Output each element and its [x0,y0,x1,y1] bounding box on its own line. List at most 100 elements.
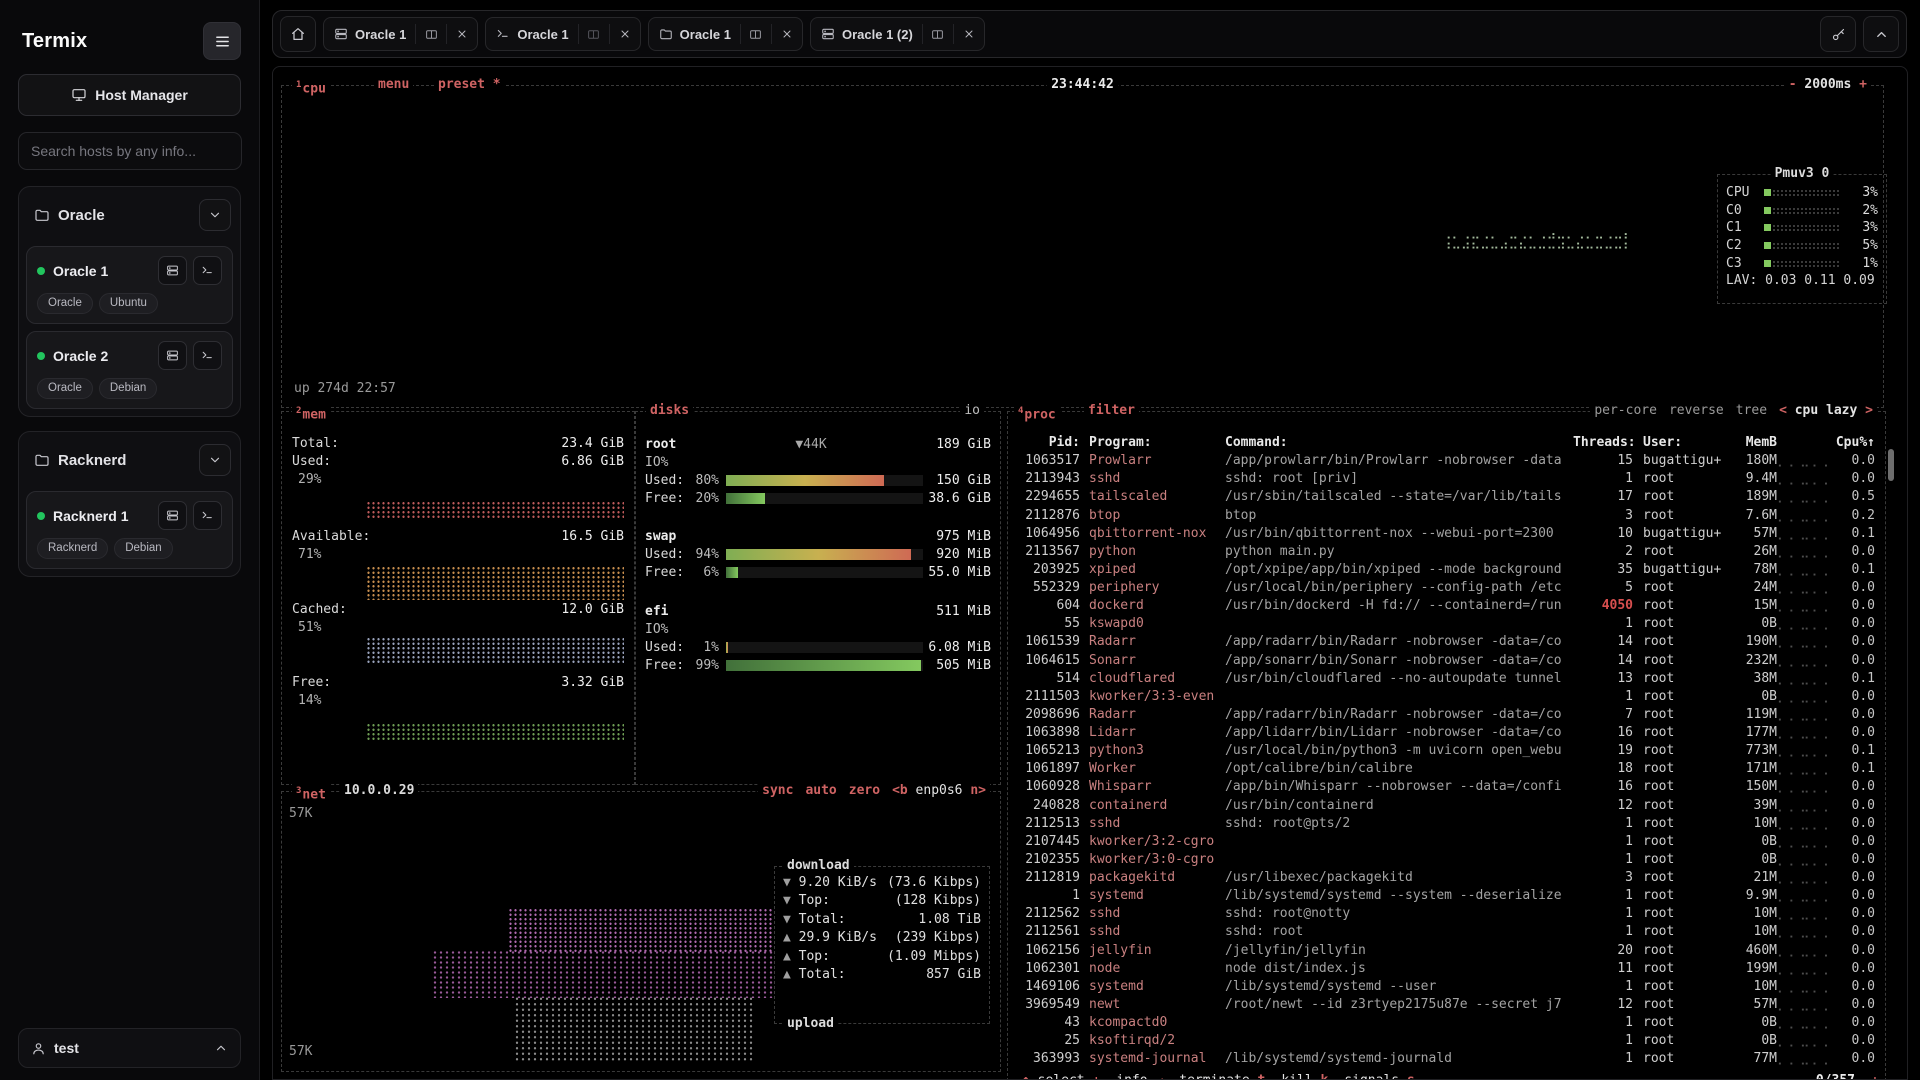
host-server-button[interactable] [158,341,187,370]
process-row[interactable]: 552329 periphery /usr/local/bin/peripher… [1008,579,1885,597]
process-row[interactable]: 2102355 kworker/3:0-cgro 1 root 0B ⡀⡀⣀⡀⡀… [1008,851,1885,869]
terminal-scrollbar[interactable] [1888,449,1894,481]
chevron-up-icon[interactable] [214,1041,228,1055]
collapse-tabbar-button[interactable] [1863,16,1899,52]
disks-io-title[interactable]: io [960,403,984,419]
sort-selector[interactable]: < cpu lazy > [1779,403,1873,419]
process-row[interactable]: 2112513 sshd sshd: root@pts/2 1 root 10M… [1008,815,1885,833]
process-row[interactable]: 2111503 kworker/3:3-even 1 root 0B ⡀⡀⣀⡀⡀… [1008,688,1885,706]
process-row[interactable]: 1 systemd /lib/systemd/systemd --system … [1008,887,1885,905]
process-row[interactable]: 363993 systemd-journal /lib/systemd/syst… [1008,1050,1885,1068]
process-row[interactable]: 604 dockerd /usr/bin/dockerd -H fd:// --… [1008,597,1885,615]
preset-button[interactable]: preset * [434,77,505,93]
process-row[interactable]: 55 kswapd0 1 root 0B ⡀⡀⣀⡀⡀ 0.0 [1008,615,1885,633]
process-box-title[interactable]: 4proc [1014,403,1060,423]
group-collapse-button[interactable] [199,199,231,231]
filter-button[interactable]: filter [1084,403,1139,419]
ssh-keys-button[interactable] [1820,16,1856,52]
process-row[interactable]: 2112561 sshd sshd: root 1 root 10M ⡀⡀⣀⡀⡀… [1008,923,1885,941]
tab-split-button[interactable] [741,18,771,50]
process-row[interactable]: 2113567 python python main.py 2 root 26M… [1008,543,1885,561]
net-auto-button[interactable]: auto [805,783,836,799]
host-card-oracle-1[interactable]: Oracle 1 Oracle Ubuntu [26,246,233,324]
terminal-panel[interactable]: 1cpu menu preset * 23:44:42 - 2000ms + ⢀… [272,66,1908,1080]
process-row[interactable]: 514 cloudflared /usr/bin/cloudflared --n… [1008,670,1885,688]
host-manager-button[interactable]: Host Manager [18,74,241,116]
net-zero-button[interactable]: zero [849,783,880,799]
process-row[interactable]: 2107445 kworker/3:2-cgro 1 root 0B ⡀⡀⣀⡀⡀… [1008,833,1885,851]
process-row[interactable]: 1062156 jellyfin /jellyfin/jellyfin 20 r… [1008,942,1885,960]
process-cpu: 0.5 [1829,488,1875,506]
process-program: node [1089,960,1221,978]
process-row[interactable]: 1060928 Whisparr /app/bin/Whisparr --nob… [1008,778,1885,796]
search-input[interactable] [18,132,242,170]
sidebar-toggle-button[interactable] [203,22,241,60]
signals-action[interactable]: signals s [1344,1073,1414,1080]
process-row[interactable]: 25 ksoftirqd/2 1 root 0B ⡀⡀⣀⡀⡀ 0.0 [1008,1032,1885,1050]
process-row[interactable]: 1065213 python3 /usr/local/bin/python3 -… [1008,742,1885,760]
process-table-header[interactable]: Pid: Program: Command: Threads: User: Me… [1008,434,1885,452]
memory-box-title[interactable]: 2mem [292,403,330,423]
home-button[interactable] [280,16,316,52]
disks-box-title[interactable]: disks [646,403,693,419]
process-row[interactable]: 2112876 btop btop 3 root 7.6M ⡀⡀⣀⡀⡀ 0.2 [1008,507,1885,525]
tab-split-button[interactable] [416,18,446,50]
kill-action[interactable]: kill k [1281,1073,1328,1080]
process-program: kcompactd0 [1089,1014,1221,1032]
process-threads: 2 [1573,543,1633,561]
tab-split-button[interactable] [923,18,953,50]
process-row[interactable]: 43 kcompactd0 1 root 0B ⡀⡀⣀⡀⡀ 0.0 [1008,1014,1885,1032]
tab-oracle-1-server[interactable]: Oracle 1 [323,17,478,51]
group-header[interactable]: Oracle [26,194,233,239]
process-row[interactable]: 2098696 Radarr /app/radarr/bin/Radarr -n… [1008,706,1885,724]
host-terminal-button[interactable] [193,501,222,530]
tab-oracle-1-terminal[interactable]: Oracle 1 [485,17,640,51]
process-pid: 25 [1018,1032,1080,1050]
select-action[interactable]: ↑ select ↓ [1022,1073,1100,1080]
cpu-box-title[interactable]: 1cpu [292,77,330,97]
reverse-toggle[interactable]: reverse [1669,403,1724,419]
process-row[interactable]: 3969549 newt /root/newt --id z3rtyep2175… [1008,996,1885,1014]
network-box-title[interactable]: 3net [292,783,330,803]
refresh-rate[interactable]: - 2000ms + [1785,77,1871,92]
host-terminal-button[interactable] [193,341,222,370]
process-row[interactable]: 203925 xpiped /opt/xpipe/app/bin/xpiped … [1008,561,1885,579]
tab-close-button[interactable] [447,18,477,50]
process-row[interactable]: 1061897 Worker /opt/calibre/bin/calibre … [1008,760,1885,778]
host-server-button[interactable] [158,501,187,530]
menu-button[interactable]: menu [374,77,413,93]
scroll-down-indicator[interactable]: ↓ [1869,1073,1881,1080]
process-row[interactable]: 1063517 Prowlarr /app/prowlarr/bin/Prowl… [1008,452,1885,470]
terminate-action[interactable]: terminate t [1179,1073,1265,1080]
uptime-label: up 274d 22:57 [294,381,396,396]
process-row[interactable]: 2113943 sshd sshd: root [priv] 1 root 9.… [1008,470,1885,488]
host-card-racknerd-1[interactable]: Racknerd 1 Racknerd Debian [26,491,233,569]
process-row[interactable]: 1062301 node node dist/index.js 11 root … [1008,960,1885,978]
tab-oracle-1-2-server[interactable]: Oracle 1 (2) [810,17,985,51]
group-collapse-button[interactable] [199,444,231,476]
process-row[interactable]: 1064956 qbittorrent-nox /usr/bin/qbittor… [1008,525,1885,543]
process-row[interactable]: 1061539 Radarr /app/radarr/bin/Radarr -n… [1008,633,1885,651]
tab-split-button[interactable] [579,18,609,50]
net-sync-button[interactable]: sync [762,783,793,799]
tab-close-button[interactable] [954,18,984,50]
process-row[interactable]: 2112819 packagekitd /usr/libexec/package… [1008,869,1885,887]
footer-profile[interactable]: test [18,1028,241,1068]
net-interface-switcher[interactable]: <b enp0s6 n> [892,783,986,799]
tab-close-button[interactable] [772,18,802,50]
info-action[interactable]: info ↵ [1116,1073,1163,1080]
process-row[interactable]: 1064615 Sonarr /app/sonarr/bin/Sonarr -n… [1008,652,1885,670]
host-terminal-button[interactable] [193,256,222,285]
process-row[interactable]: 2294655 tailscaled /usr/sbin/tailscaled … [1008,488,1885,506]
host-server-button[interactable] [158,256,187,285]
per-core-toggle[interactable]: per-core [1594,403,1657,419]
host-card-oracle-2[interactable]: Oracle 2 Oracle Debian [26,331,233,409]
tab-close-button[interactable] [610,18,640,50]
tab-oracle-1-files[interactable]: Oracle 1 [648,17,803,51]
process-row[interactable]: 2112562 sshd sshd: root@notty 1 root 10M… [1008,905,1885,923]
process-row[interactable]: 240828 containerd /usr/bin/containerd 12… [1008,797,1885,815]
tree-toggle[interactable]: tree [1736,403,1767,419]
group-header[interactable]: Racknerd [26,439,233,484]
process-row[interactable]: 1469106 systemd /lib/systemd/systemd --u… [1008,978,1885,996]
process-row[interactable]: 1063898 Lidarr /app/lidarr/bin/Lidarr -n… [1008,724,1885,742]
